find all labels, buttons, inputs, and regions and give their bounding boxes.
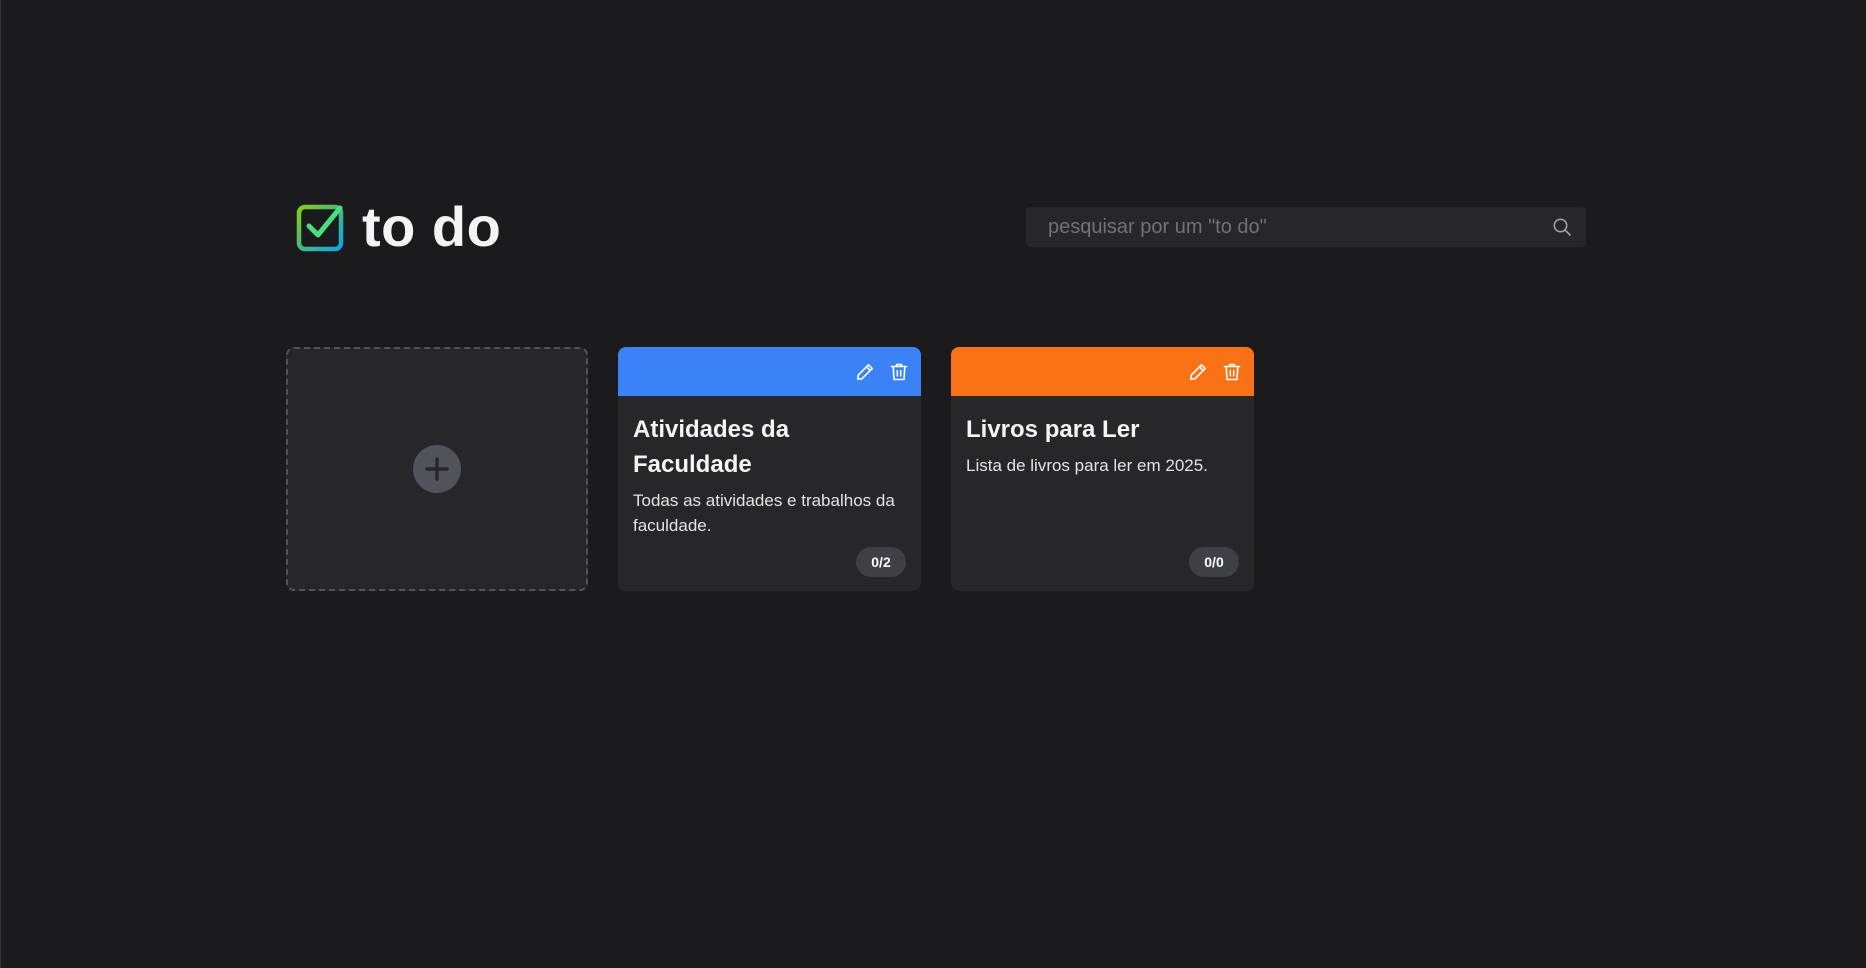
pencil-icon [1190, 363, 1206, 380]
edit-button[interactable] [1188, 362, 1208, 382]
app-header: to do [296, 195, 1586, 258]
card-header [951, 347, 1254, 396]
delete-button[interactable] [889, 362, 909, 382]
card-description: Lista de livros para ler em 2025. [966, 456, 1208, 475]
search-input[interactable] [1046, 214, 1552, 240]
task-count-badge: 0/2 [856, 547, 906, 577]
pencil-icon [857, 363, 873, 380]
add-button[interactable] [413, 445, 461, 493]
app-page: to do pesquisar por um "to do" Atividade… [0, 0, 1866, 968]
card-title: Atividades da Faculdade [633, 416, 790, 478]
delete-button[interactable] [1222, 362, 1242, 382]
card-header [618, 347, 921, 396]
card-body: Livros para Ler Lista de livros para ler… [951, 396, 1254, 478]
edit-button[interactable] [855, 362, 875, 382]
card-body: Atividades da Faculdade Todas as ativida… [618, 396, 921, 538]
trash-icon [890, 363, 908, 380]
checkbox-checked-icon [296, 204, 344, 252]
search-bar [1026, 207, 1586, 247]
todo-list-grid: Atividades da Faculdade Todas as ativida… [286, 347, 1254, 591]
card-title: Livros para Ler [966, 416, 1140, 443]
brand: to do [296, 195, 502, 258]
todo-list-card[interactable]: Atividades da Faculdade Todas as ativida… [618, 347, 921, 591]
todo-list-card[interactable]: Livros para Ler Lista de livros para ler… [951, 347, 1254, 591]
card-description: Todas as atividades e trabalhos da facul… [633, 491, 895, 535]
plus-icon [425, 457, 449, 481]
app-title: to do [362, 195, 502, 258]
add-list-card[interactable] [286, 347, 588, 591]
search-icon[interactable] [1552, 217, 1572, 237]
task-count-badge: 0/0 [1189, 547, 1239, 577]
trash-icon [1223, 363, 1241, 380]
